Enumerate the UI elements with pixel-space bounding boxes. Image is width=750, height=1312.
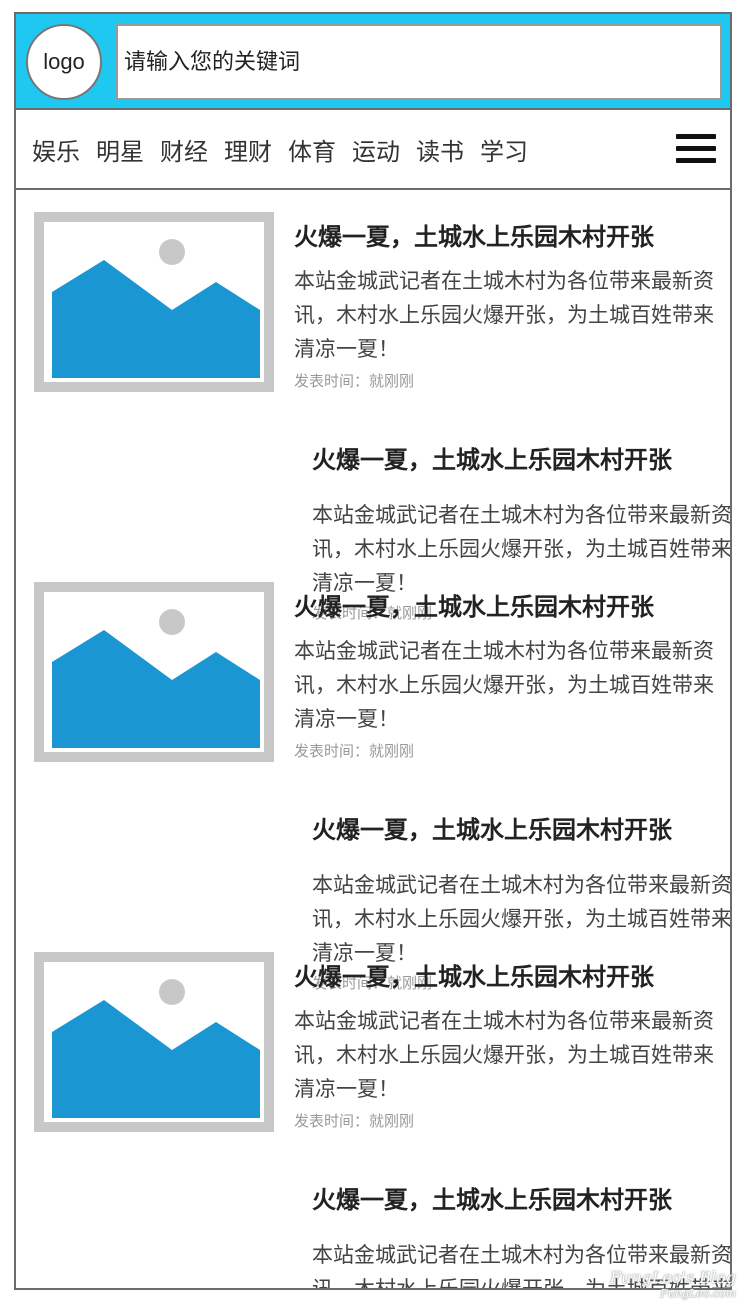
hamburger-menu-icon[interactable] bbox=[676, 134, 716, 164]
article-summary: 本站金城武记者在土城木村为各位带来最新资讯，木村水上乐园火爆开张，为土城百姓带来… bbox=[294, 1009, 714, 1101]
nav-item-wealth[interactable]: 理财 bbox=[224, 132, 272, 167]
article-group: 火爆一夏，土城水上乐园木村开张 本站金城武记者在土城木村为各位带来最新资讯，木村… bbox=[16, 190, 730, 622]
nav-item-celebrity[interactable]: 明星 bbox=[96, 132, 144, 167]
image-placeholder-icon[interactable] bbox=[34, 212, 274, 392]
article-title[interactable]: 火爆一夏，土城水上乐园木村开张 bbox=[312, 810, 672, 845]
article-summary: 本站金城武记者在土城木村为各位带来最新资讯，木村水上乐园火爆开张，为土城百姓带来… bbox=[294, 639, 714, 731]
watermark-title: FungLeo's Blog bbox=[609, 1268, 736, 1287]
header-bar: logo bbox=[16, 14, 730, 110]
article-title[interactable]: 火爆一夏，土城水上乐园木村开张 bbox=[312, 1180, 672, 1215]
image-placeholder-icon[interactable] bbox=[34, 582, 274, 762]
article-group: 火爆一夏，土城水上乐园木村开张 本站金城武记者在土城木村为各位带来最新资讯，木村… bbox=[16, 560, 730, 992]
nav-item-exercise[interactable]: 运动 bbox=[352, 132, 400, 167]
nav-item-sports[interactable]: 体育 bbox=[288, 132, 336, 167]
article-group: 火爆一夏，土城水上乐园木村开张 本站金城武记者在土城木村为各位带来最新资讯，木村… bbox=[16, 930, 730, 1288]
article-meta: 发表时间：就刚刚 bbox=[294, 372, 415, 390]
article-summary: 本站金城武记者在土城木村为各位带来最新资讯，木村水上乐园火爆开张，为土城百姓带来… bbox=[294, 269, 714, 361]
article-meta: 发表时间：就刚刚 bbox=[294, 1112, 415, 1130]
article-title[interactable]: 火爆一夏，土城水上乐园木村开张 bbox=[312, 440, 672, 475]
nav-item-study[interactable]: 学习 bbox=[480, 132, 528, 167]
page-frame: logo 娱乐 明星 财经 理财 体育 运动 读书 学习 bbox=[14, 12, 732, 1290]
watermark-url: FungLeo.com bbox=[660, 1287, 736, 1300]
article-meta: 发表时间：就刚刚 bbox=[294, 742, 415, 760]
article-title[interactable]: 火爆一夏，土城水上乐园木村开张 bbox=[294, 217, 654, 252]
logo[interactable]: logo bbox=[26, 24, 102, 100]
article-title[interactable]: 火爆一夏，土城水上乐园木村开张 bbox=[294, 587, 654, 622]
nav-item-reading[interactable]: 读书 bbox=[416, 132, 464, 167]
watermark: FungLeo's Blog FungLeo.com bbox=[610, 1270, 736, 1302]
article-title[interactable]: 火爆一夏，土城水上乐园木村开张 bbox=[294, 957, 654, 992]
search-input[interactable] bbox=[116, 24, 722, 100]
article-list: 火爆一夏，土城水上乐园木村开张 本站金城武记者在土城木村为各位带来最新资讯，木村… bbox=[16, 190, 730, 1288]
image-placeholder-icon[interactable] bbox=[34, 952, 274, 1132]
nav-item-finance[interactable]: 财经 bbox=[160, 132, 208, 167]
nav-items: 娱乐 明星 财经 理财 体育 运动 读书 学习 bbox=[32, 110, 544, 188]
category-nav: 娱乐 明星 财经 理财 体育 运动 读书 学习 bbox=[16, 110, 730, 190]
nav-item-entertainment[interactable]: 娱乐 bbox=[32, 132, 80, 167]
